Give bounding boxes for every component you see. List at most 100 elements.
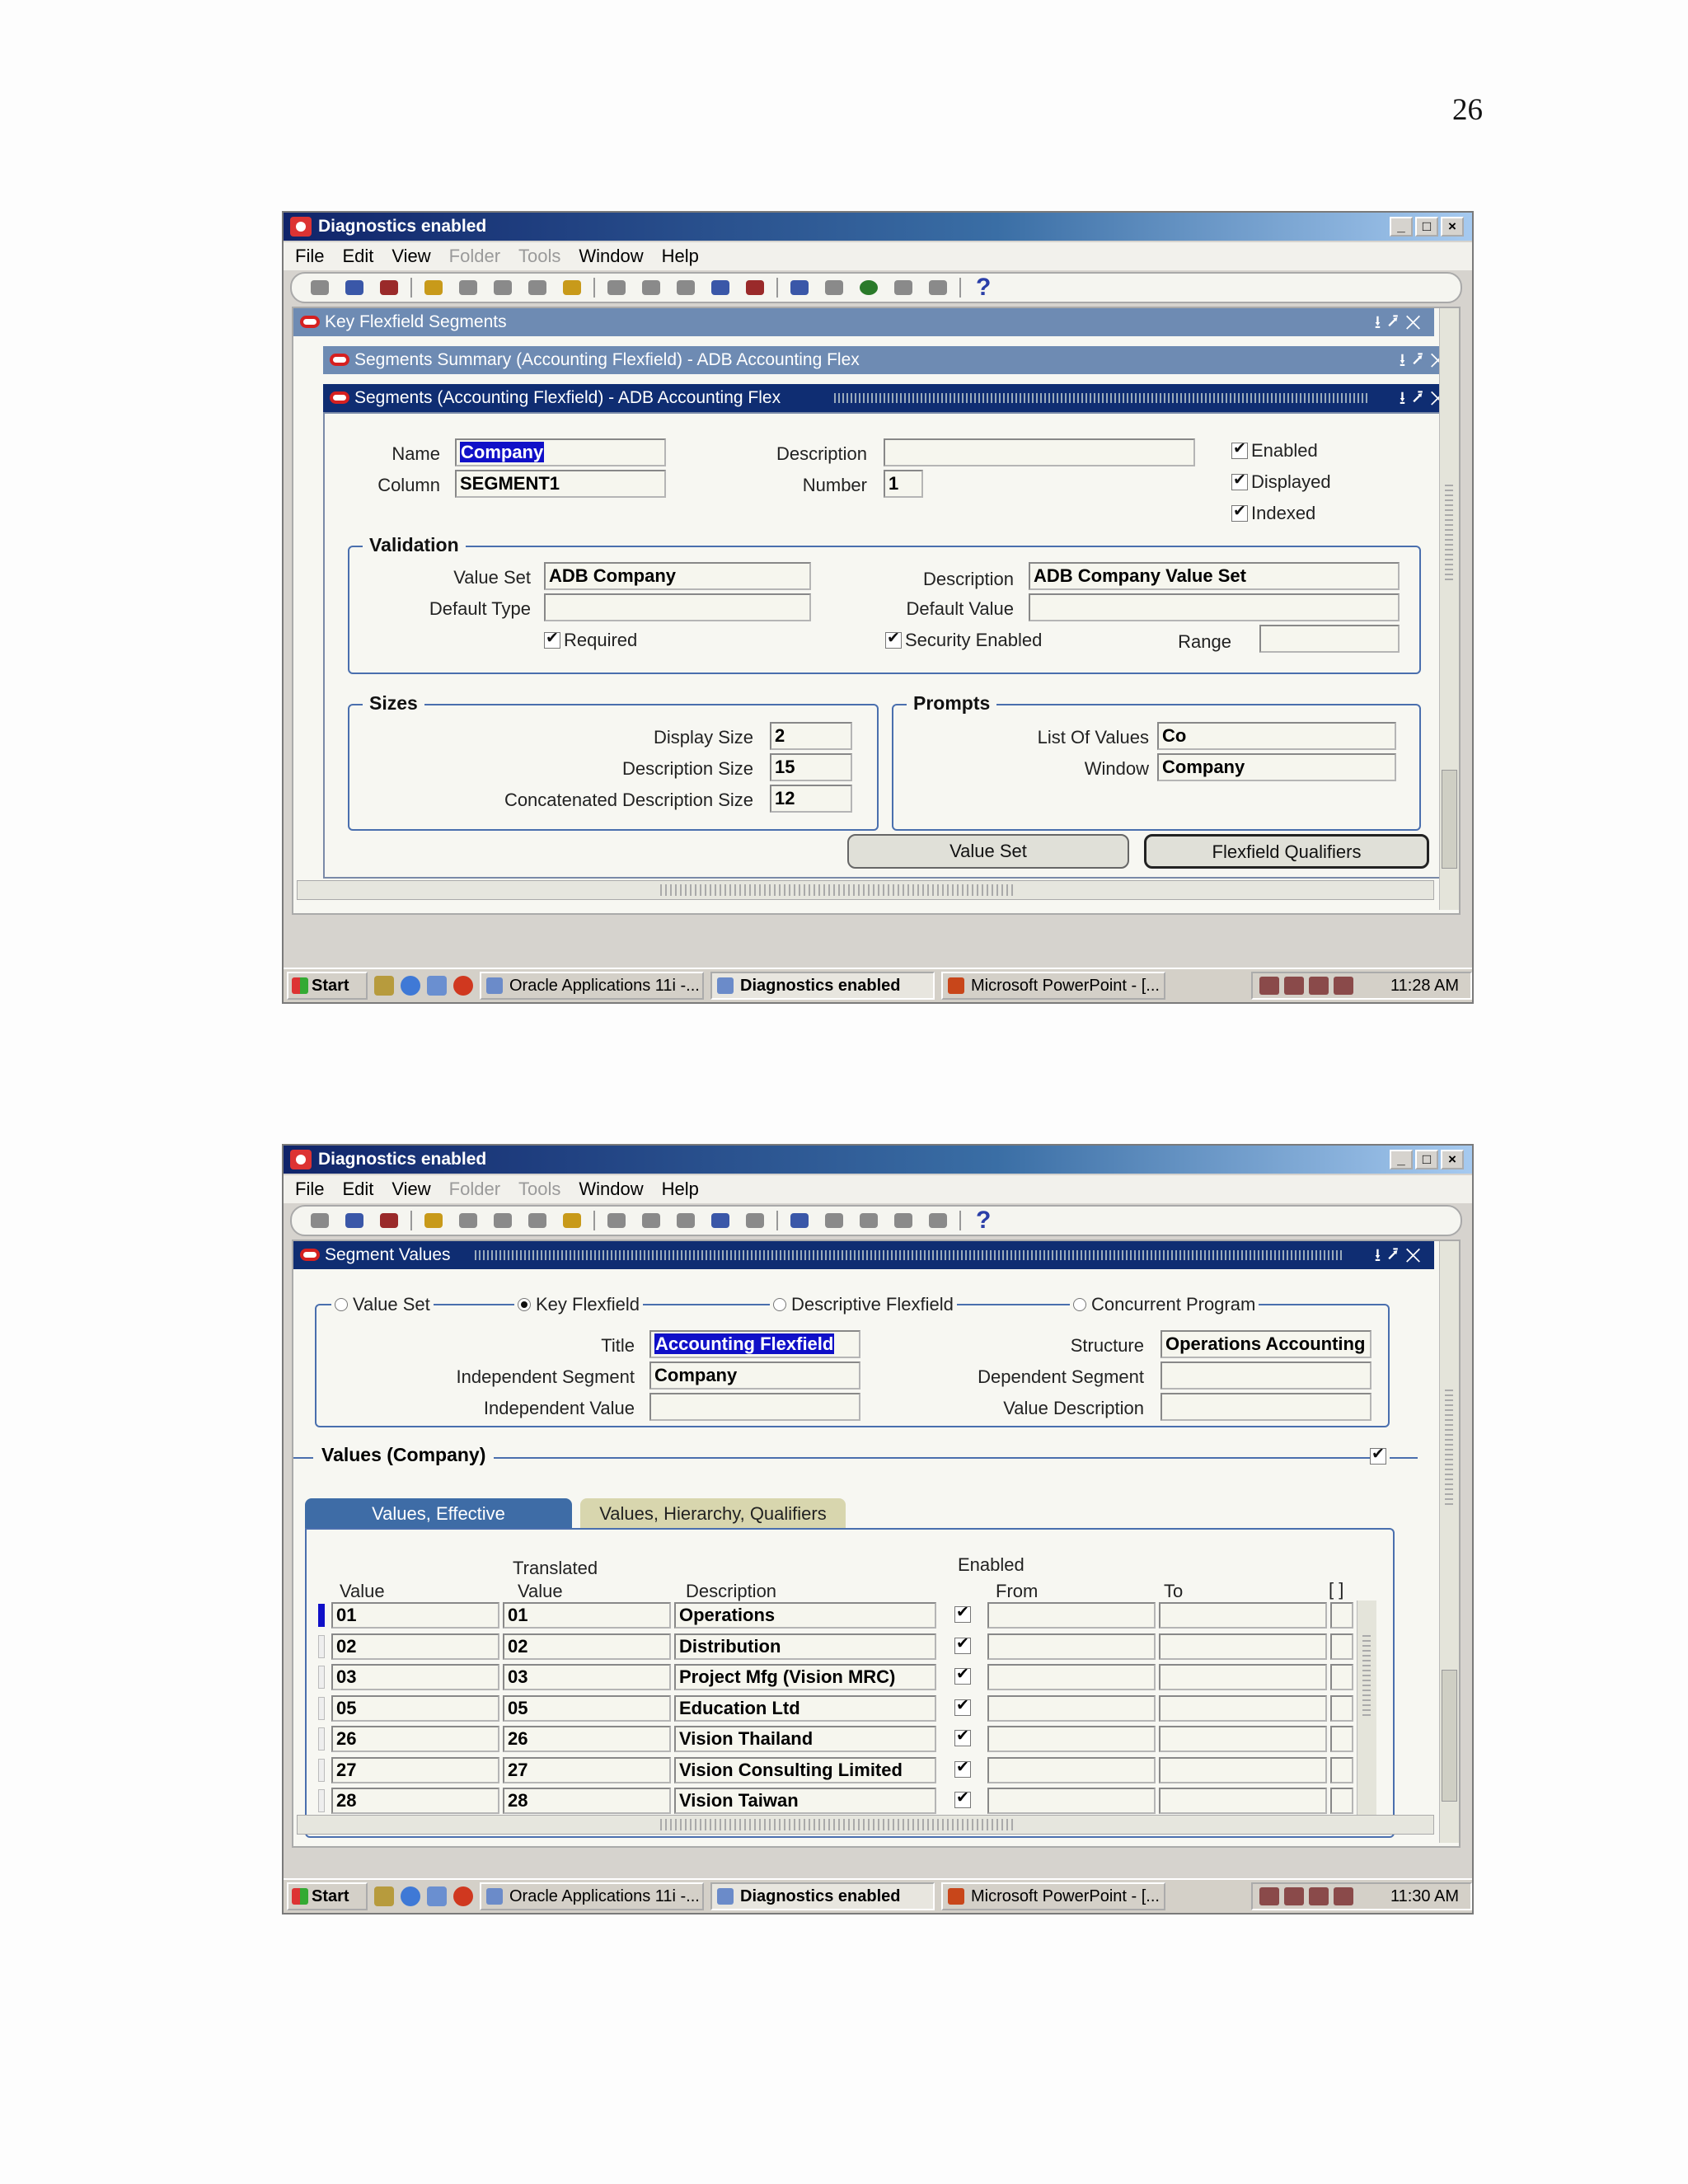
scroll-thumb[interactable] (660, 1819, 1015, 1830)
help-icon[interactable] (969, 274, 996, 302)
column-field[interactable]: SEGMENT1 (455, 470, 666, 498)
window-controls[interactable]: ⭳⭷✕ (1375, 1241, 1428, 1269)
tab-values-hierarchy-qualifiers[interactable]: Values, Hierarchy, Qualifiers (580, 1498, 846, 1530)
title-field[interactable]: Accounting Flexfield (649, 1330, 860, 1358)
copy-icon[interactable] (638, 1209, 664, 1232)
close-form-icon[interactable] (559, 1209, 585, 1232)
show-desktop-icon[interactable] (374, 1886, 394, 1906)
value-description-field[interactable] (1160, 1393, 1372, 1421)
translated-value-cell[interactable]: 28 (503, 1788, 671, 1814)
to-date-cell[interactable] (1159, 1664, 1327, 1690)
new-record-icon[interactable] (707, 1209, 734, 1232)
tab-values-effective[interactable]: Values, Effective (305, 1498, 572, 1530)
translated-value-cell[interactable]: 05 (503, 1695, 671, 1722)
workspace-horizontal-scrollbar[interactable] (297, 1815, 1434, 1835)
description-cell[interactable]: Project Mfg (Vision MRC) (674, 1664, 936, 1690)
description-cell[interactable]: Education Ltd (674, 1695, 936, 1722)
workspace-horizontal-scrollbar[interactable] (297, 880, 1434, 900)
concat-size-field[interactable]: 12 (770, 785, 852, 813)
delete-record-icon[interactable] (742, 276, 768, 299)
translated-value-cell[interactable]: 03 (503, 1664, 671, 1690)
network-icon[interactable] (1259, 1887, 1279, 1905)
enabled-checkbox[interactable] (954, 1788, 971, 1808)
new-record-icon[interactable] (707, 276, 734, 299)
save-icon[interactable] (420, 1209, 447, 1232)
independent-value-field[interactable] (649, 1393, 860, 1421)
value-cell[interactable]: 01 (331, 1602, 499, 1629)
menu-view[interactable]: View (392, 1179, 430, 1200)
close-form-icon[interactable] (559, 276, 585, 299)
switch-resp-icon[interactable] (490, 1209, 516, 1232)
find-icon[interactable] (341, 1209, 368, 1232)
indexed-checkbox[interactable]: Indexed (1231, 502, 1315, 524)
menu-window[interactable]: Window (579, 1179, 643, 1200)
paste-icon[interactable] (673, 276, 699, 299)
outlook-icon[interactable] (427, 976, 447, 996)
translated-value-cell[interactable]: 02 (503, 1633, 671, 1660)
to-date-cell[interactable] (1159, 1602, 1327, 1629)
menu-tools[interactable]: Tools (518, 246, 560, 267)
translated-value-cell[interactable]: 27 (503, 1757, 671, 1783)
edit-field-icon[interactable] (786, 1209, 813, 1232)
description-field[interactable] (884, 438, 1195, 466)
flex-cell[interactable] (1330, 1633, 1353, 1660)
copy-icon[interactable] (638, 276, 664, 299)
summary-titlebar[interactable]: Segments Summary (Accounting Flexfield) … (323, 346, 1459, 374)
from-date-cell[interactable] (987, 1602, 1156, 1629)
description-cell[interactable]: Distribution (674, 1633, 936, 1660)
window-controls[interactable]: ⭳⭷✕ (1375, 308, 1428, 336)
new-icon[interactable] (307, 276, 333, 299)
row-marker[interactable] (318, 1697, 325, 1720)
media-icon[interactable] (453, 1886, 473, 1906)
translated-value-cell[interactable]: 01 (503, 1602, 671, 1629)
window-title-bar[interactable]: Diagnostics enabled _ □ × (284, 1146, 1472, 1174)
menu-edit[interactable]: Edit (342, 1179, 373, 1200)
taskbar-powerpoint[interactable]: Microsoft PowerPoint - [... (941, 1882, 1165, 1910)
menu-window[interactable]: Window (579, 246, 643, 267)
from-date-cell[interactable] (987, 1633, 1156, 1660)
list-of-values-field[interactable]: Co (1157, 722, 1396, 750)
from-date-cell[interactable] (987, 1726, 1156, 1752)
window-title-bar[interactable]: Diagnostics enabled _ □ × (284, 213, 1472, 241)
value-cell[interactable]: 05 (331, 1695, 499, 1722)
menu-view[interactable]: View (392, 246, 430, 267)
start-button[interactable]: Start (287, 1882, 368, 1910)
attachments-icon[interactable] (890, 276, 917, 299)
attachments-icon[interactable] (890, 1209, 917, 1232)
menu-folder[interactable]: Folder (449, 246, 500, 267)
enabled-checkbox[interactable] (954, 1603, 971, 1623)
maximize-button[interactable]: □ (1415, 1150, 1438, 1169)
enabled-checkbox[interactable] (954, 1665, 971, 1685)
workspace-vertical-scrollbar[interactable] (1439, 1241, 1459, 1843)
zoom-icon[interactable] (821, 276, 847, 299)
next-step-icon[interactable] (455, 276, 481, 299)
volume-icon[interactable] (1334, 1887, 1353, 1905)
paste-icon[interactable] (673, 1209, 699, 1232)
maximize-button[interactable]: □ (1415, 217, 1438, 237)
print-icon[interactable] (524, 1209, 551, 1232)
navigator-icon[interactable] (376, 276, 402, 299)
media-icon[interactable] (453, 976, 473, 996)
to-date-cell[interactable] (1159, 1788, 1327, 1814)
new-icon[interactable] (307, 1209, 333, 1232)
row-marker[interactable] (318, 1759, 325, 1782)
radio-key-flexfield[interactable]: Key Flexfield (514, 1294, 643, 1315)
close-button[interactable]: × (1441, 217, 1464, 237)
taskbar-diagnostics[interactable]: Diagnostics enabled (710, 972, 935, 1000)
to-date-cell[interactable] (1159, 1757, 1327, 1783)
flex-cell[interactable] (1330, 1726, 1353, 1752)
structure-field[interactable]: Operations Accounting (1160, 1330, 1372, 1358)
independent-segment-field[interactable]: Company (649, 1361, 860, 1390)
value-cell[interactable]: 26 (331, 1726, 499, 1752)
value-set-button[interactable]: Value Set (847, 834, 1129, 869)
from-date-cell[interactable] (987, 1788, 1156, 1814)
row-marker[interactable] (318, 1635, 325, 1658)
value-cell[interactable]: 28 (331, 1788, 499, 1814)
find-icon[interactable] (341, 276, 368, 299)
to-date-cell[interactable] (1159, 1695, 1327, 1722)
print-icon[interactable] (524, 276, 551, 299)
row-marker[interactable] (318, 1727, 325, 1750)
description-cell[interactable]: Vision Consulting Limited (674, 1757, 936, 1783)
minimize-button[interactable]: _ (1390, 217, 1413, 237)
dependent-segment-field[interactable] (1160, 1361, 1372, 1390)
